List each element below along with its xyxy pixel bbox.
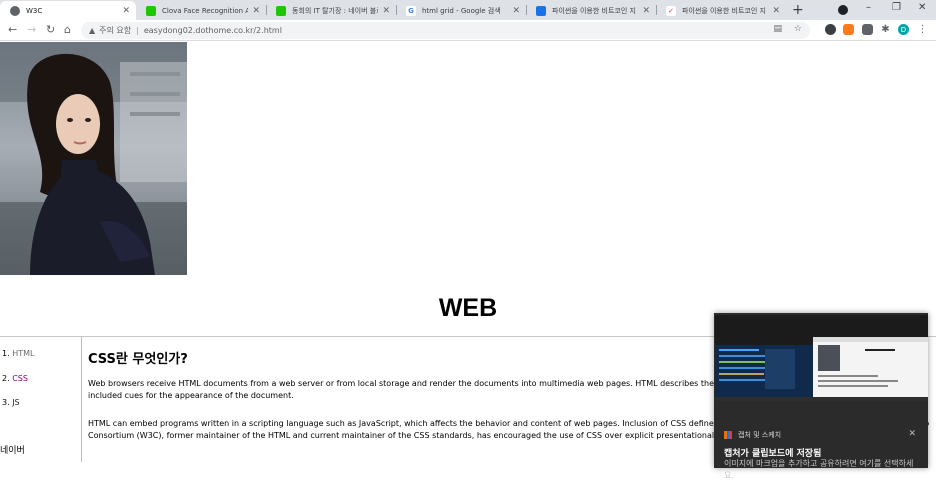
globe-icon — [10, 5, 20, 16]
footer-link-naver[interactable]: 네이버 — [0, 443, 25, 456]
tab-clova[interactable]: Clova Face Recognition API : ✕ — [136, 1, 266, 20]
close-icon[interactable]: ✕ — [382, 6, 390, 16]
profile-avatar[interactable]: D — [898, 24, 909, 35]
warning-icon[interactable]: ▲ — [89, 26, 95, 35]
window-close-button[interactable]: ✕ — [918, 2, 926, 13]
home-icon[interactable]: ⌂ — [64, 23, 71, 36]
new-tab-button[interactable]: + — [792, 2, 804, 18]
tab-w3c[interactable]: W3C ✕ — [0, 1, 136, 20]
tab-title: W3C — [26, 6, 43, 15]
snip-sketch-icon — [724, 431, 732, 439]
nav-link-html[interactable]: HTML — [12, 349, 34, 358]
nav-item-html: 1. HTML — [2, 349, 34, 358]
extension-icon[interactable] — [862, 24, 873, 35]
naver-blog-icon — [276, 5, 286, 16]
extension-icon[interactable] — [843, 24, 854, 35]
back-arrow-icon[interactable]: ← — [8, 23, 17, 36]
tab-title: 동희의 IT 탈기장 : 네이버 블로 — [292, 6, 379, 15]
nav-link-css[interactable]: CSS — [12, 374, 28, 383]
reload-icon[interactable]: ↻ — [46, 23, 55, 36]
close-icon[interactable]: ✕ — [252, 6, 260, 16]
maximize-button[interactable]: ❐ — [892, 2, 901, 13]
menu-kebab-icon[interactable]: ⋮ — [917, 24, 928, 35]
velog-icon: ✓ — [666, 5, 676, 16]
browser-toolbar: ← → ↻ ⌂ ▲ 주의 요함 | easydong02.dothome.co.… — [0, 20, 936, 41]
record-icon[interactable] — [838, 5, 848, 15]
tab-naver-blog[interactable]: 동희의 IT 탈기장 : 네이버 블로 ✕ — [266, 1, 396, 20]
extension-icon[interactable] — [825, 24, 836, 35]
minimize-button[interactable]: – — [866, 2, 871, 13]
snip-sketch-notification[interactable]: 캡처 및 스케치 ✕ 캡처가 클립보드에 저장됨 이미지에 마크업을 추가하고 … — [714, 313, 928, 480]
tab-strip: W3C ✕ Clova Face Recognition API : ✕ 동희의… — [0, 0, 936, 20]
translate-icon[interactable]: ▤ — [773, 24, 782, 34]
bookmark-star-icon[interactable]: ☆ — [794, 24, 802, 34]
tab-title: Clova Face Recognition API : — [162, 6, 249, 15]
list-number: 3. — [2, 398, 10, 407]
tab-title: 파이썬을 이용한 비트코인 지 — [552, 6, 636, 15]
tab-bitcoin-2[interactable]: ✓ 파이썬을 이용한 비트코인 지 ✕ — [656, 1, 786, 20]
google-icon: G — [406, 5, 416, 16]
nav-item-js: 3. JS — [2, 398, 20, 407]
tab-title: html grid - Google 검색 — [422, 6, 501, 15]
tab-google-search[interactable]: G html grid - Google 검색 ✕ — [396, 1, 526, 20]
close-icon[interactable]: ✕ — [772, 6, 780, 16]
nav-item-css: 2. CSS — [2, 374, 28, 383]
toast-body: 이미지에 마크업을 추가하고 공유하려면 여기를 선택하세요. — [724, 459, 914, 480]
list-number: 2. — [2, 374, 10, 383]
nav-link-js[interactable]: JS — [12, 398, 19, 407]
toast-close-button[interactable]: ✕ — [908, 429, 916, 439]
toast-app-label: 캡처 및 스케치 — [724, 430, 781, 440]
clova-icon — [146, 5, 156, 16]
forward-arrow-icon[interactable]: → — [27, 23, 36, 36]
tab-title: 파이썬을 이용한 비트코인 지 — [682, 6, 766, 15]
tab-bitcoin-1[interactable]: 파이썬을 이용한 비트코인 지 ✕ — [526, 1, 656, 20]
address-divider: | — [136, 26, 139, 35]
toast-app-name: 캡처 및 스케치 — [738, 431, 782, 439]
portrait-image — [0, 42, 187, 275]
close-icon[interactable]: ✕ — [512, 6, 520, 16]
list-number: 1. — [2, 349, 10, 358]
puzzle-extensions-icon[interactable]: ✱ — [880, 24, 891, 35]
security-label[interactable]: 주의 요함 — [99, 25, 131, 36]
close-icon[interactable]: ✕ — [122, 6, 130, 16]
address-bar[interactable]: ▲ 주의 요함 | easydong02.dothome.co.kr/2.htm… — [81, 22, 810, 39]
close-icon[interactable]: ✕ — [642, 6, 650, 16]
doc-icon — [536, 5, 546, 16]
screenshot-preview[interactable] — [715, 315, 928, 401]
url-text[interactable]: easydong02.dothome.co.kr/2.html — [144, 26, 282, 35]
